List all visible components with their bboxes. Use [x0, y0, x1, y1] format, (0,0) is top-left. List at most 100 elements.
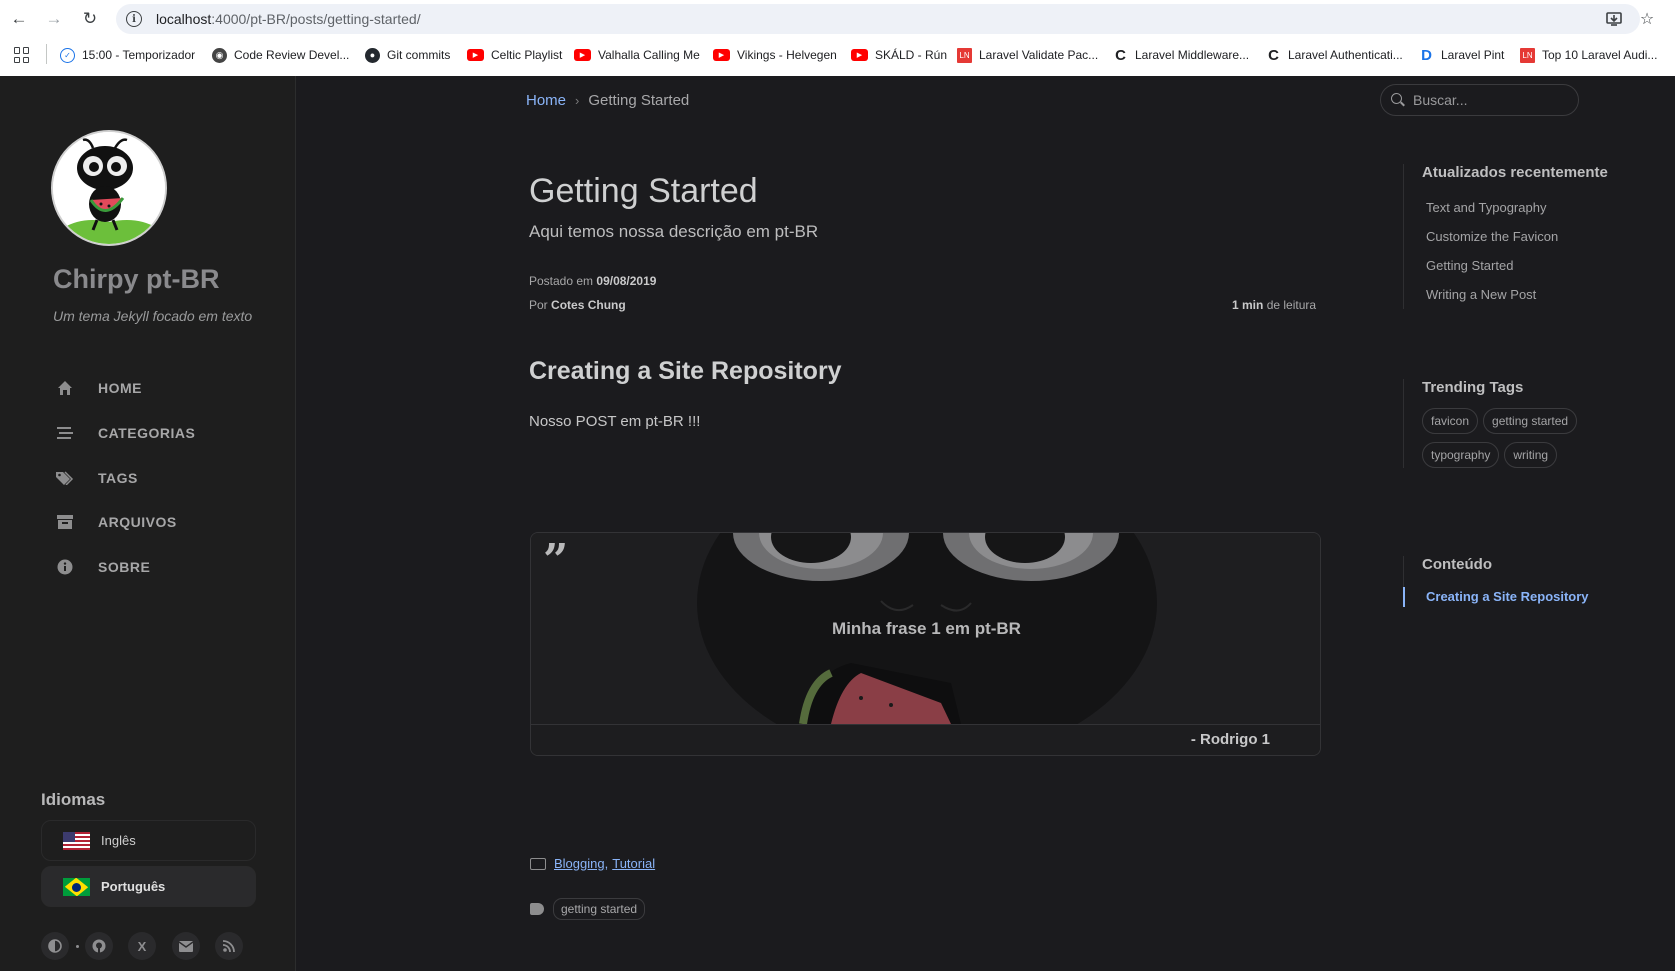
browser-chrome: ← → ↻ i localhost:4000/pt-BR/posts/getti… — [0, 0, 1675, 76]
post-description: Aqui temos nossa descrição em pt-BR — [529, 222, 819, 241]
bookmark-item[interactable]: C Laravel Middleware... — [1113, 45, 1249, 65]
avatar[interactable] — [51, 130, 167, 246]
site-title[interactable]: Chirpy pt-BR — [53, 264, 219, 295]
c-icon: C — [1268, 46, 1279, 64]
bookmark-item[interactable]: LN Top 10 Laravel Audi... — [1520, 45, 1657, 65]
trending-tag[interactable]: favicon — [1422, 408, 1479, 434]
quote-card: ” Minha frase 1 em pt-BR - Rodrigo 1 — [530, 532, 1321, 756]
search-icon — [1391, 93, 1405, 107]
toc-active-indicator — [1403, 587, 1405, 607]
bookmark-item[interactable]: ▶ Vikings - Helvegen — [713, 45, 837, 65]
code-review-icon: ◉ — [212, 47, 227, 63]
category-link[interactable]: Tutorial — [612, 856, 655, 871]
category-link[interactable]: Blogging — [554, 856, 605, 871]
search-input[interactable] — [1413, 92, 1563, 108]
bookmark-item[interactable]: LN Laravel Validate Pac... — [957, 45, 1098, 65]
breadcrumb-home[interactable]: Home — [526, 92, 566, 109]
trending-tags-title: Trending Tags — [1422, 379, 1524, 396]
recent-post-link[interactable]: Getting Started — [1422, 251, 1608, 280]
bookmark-item[interactable]: ▶ SKÁLD - Rún — [851, 45, 947, 65]
breadcrumb-separator: › — [575, 93, 580, 108]
email-icon[interactable] — [172, 932, 200, 960]
quote-text: Minha frase 1 em pt-BR — [832, 619, 1021, 638]
theme-toggle-icon[interactable] — [41, 932, 69, 960]
section-heading: Creating a Site Repository — [529, 357, 842, 385]
toc-link[interactable]: Creating a Site Repository — [1403, 585, 1589, 607]
sidebar: Chirpy pt-BR Um tema Jekyll focado em te… — [0, 76, 296, 971]
recently-updated-panel: Atualizados recentemente Text and Typogr… — [1403, 164, 1608, 309]
nav-categorias[interactable]: CATEGORIAS — [56, 421, 195, 445]
tags-icon — [530, 903, 544, 915]
toc-panel: Conteúdo Creating a Site Repository — [1403, 556, 1589, 607]
toc-title: Conteúdo — [1422, 556, 1492, 573]
address-bar[interactable]: i localhost:4000/pt-BR/posts/getting-sta… — [116, 4, 1640, 34]
github-icon: ● — [365, 47, 380, 63]
apps-grid-icon[interactable] — [14, 47, 30, 63]
x-twitter-icon[interactable]: X — [128, 932, 156, 960]
trending-tag[interactable]: writing — [1504, 442, 1558, 468]
rss-icon[interactable] — [215, 932, 243, 960]
c-icon: C — [1115, 46, 1126, 64]
bookmark-item[interactable]: ● Git commits — [365, 45, 450, 65]
back-arrow-icon[interactable]: ← — [8, 8, 30, 30]
tags-icon — [56, 469, 74, 487]
bookmark-item[interactable]: C Laravel Authenticati... — [1266, 45, 1403, 65]
youtube-icon: ▶ — [574, 49, 591, 61]
quote-mark-icon: ” — [543, 535, 569, 586]
post-categories: Blogging, Tutorial — [530, 856, 655, 871]
clock-icon: ✓ — [60, 47, 75, 63]
post-tags: getting started — [530, 898, 646, 920]
laravel-news-icon: LN — [957, 47, 972, 63]
nav-tags[interactable]: TAGS — [56, 466, 138, 490]
site-info-icon[interactable]: i — [126, 11, 142, 27]
recent-post-link[interactable]: Customize the Favicon — [1422, 222, 1608, 251]
page: Chirpy pt-BR Um tema Jekyll focado em te… — [0, 76, 1675, 971]
us-flag-icon — [63, 831, 90, 850]
brazil-flag-icon — [63, 877, 90, 896]
youtube-icon: ▶ — [713, 49, 730, 61]
breadcrumb-current: Getting Started — [588, 92, 690, 109]
recently-updated-title: Atualizados recentemente — [1422, 164, 1608, 181]
github-icon[interactable] — [85, 932, 113, 960]
post-paragraph: Nosso POST em pt-BR !!! — [529, 413, 701, 430]
trending-tags-panel: Trending Tags favicon getting started ty… — [1403, 379, 1602, 468]
bookmark-separator — [46, 44, 47, 64]
bookmark-item[interactable]: ▶ Valhalla Calling Me — [574, 45, 700, 65]
breadcrumb: Home › Getting Started — [526, 92, 689, 109]
trending-tag[interactable]: typography — [1422, 442, 1500, 468]
bookmark-star-icon[interactable]: ☆ — [1636, 8, 1658, 30]
youtube-icon: ▶ — [467, 49, 484, 61]
trending-tags-list: favicon getting started typography writi… — [1422, 408, 1602, 468]
home-icon — [56, 379, 74, 397]
language-portuguese[interactable]: Português — [41, 866, 256, 907]
bookmark-item[interactable]: ◉ Code Review Devel... — [212, 45, 349, 65]
install-app-icon[interactable] — [1603, 8, 1625, 30]
folder-open-icon — [530, 857, 546, 870]
bookmark-item[interactable]: ✓ 15:00 - Temporizador — [60, 45, 195, 65]
post-title: Getting Started — [529, 172, 758, 210]
bookmark-item[interactable]: D Laravel Pint — [1419, 45, 1504, 65]
nav-sobre[interactable]: SOBRE — [56, 555, 150, 579]
pint-icon: D — [1421, 46, 1432, 64]
reload-icon[interactable]: ↻ — [79, 8, 101, 30]
recent-post-link[interactable]: Text and Typography — [1422, 193, 1608, 222]
tag-link[interactable]: getting started — [553, 898, 646, 920]
recent-post-link[interactable]: Writing a New Post — [1422, 280, 1608, 309]
nav-home[interactable]: HOME — [56, 376, 142, 400]
separator-dot — [76, 945, 79, 948]
languages-title: Idiomas — [41, 790, 106, 809]
bookmark-item[interactable]: ▶ Celtic Playlist — [467, 45, 562, 65]
search-box[interactable] — [1380, 84, 1579, 116]
nav-arquivos[interactable]: ARQUIVOS — [56, 510, 177, 534]
post-date: Postado em 09/08/2019 — [529, 274, 657, 288]
quote-footer: - Rodrigo 1 — [531, 724, 1320, 755]
forward-arrow-icon[interactable]: → — [43, 8, 65, 30]
trending-tag[interactable]: getting started — [1483, 408, 1578, 434]
info-icon — [56, 558, 74, 576]
language-english[interactable]: Inglês — [41, 820, 256, 861]
laravel-news-icon: LN — [1520, 47, 1535, 63]
url-text[interactable]: localhost:4000/pt-BR/posts/getting-start… — [156, 11, 421, 27]
quote-author: - Rodrigo 1 — [1190, 731, 1270, 748]
site-subtitle: Um tema Jekyll focado em texto — [53, 308, 253, 324]
stream-icon — [56, 424, 74, 442]
